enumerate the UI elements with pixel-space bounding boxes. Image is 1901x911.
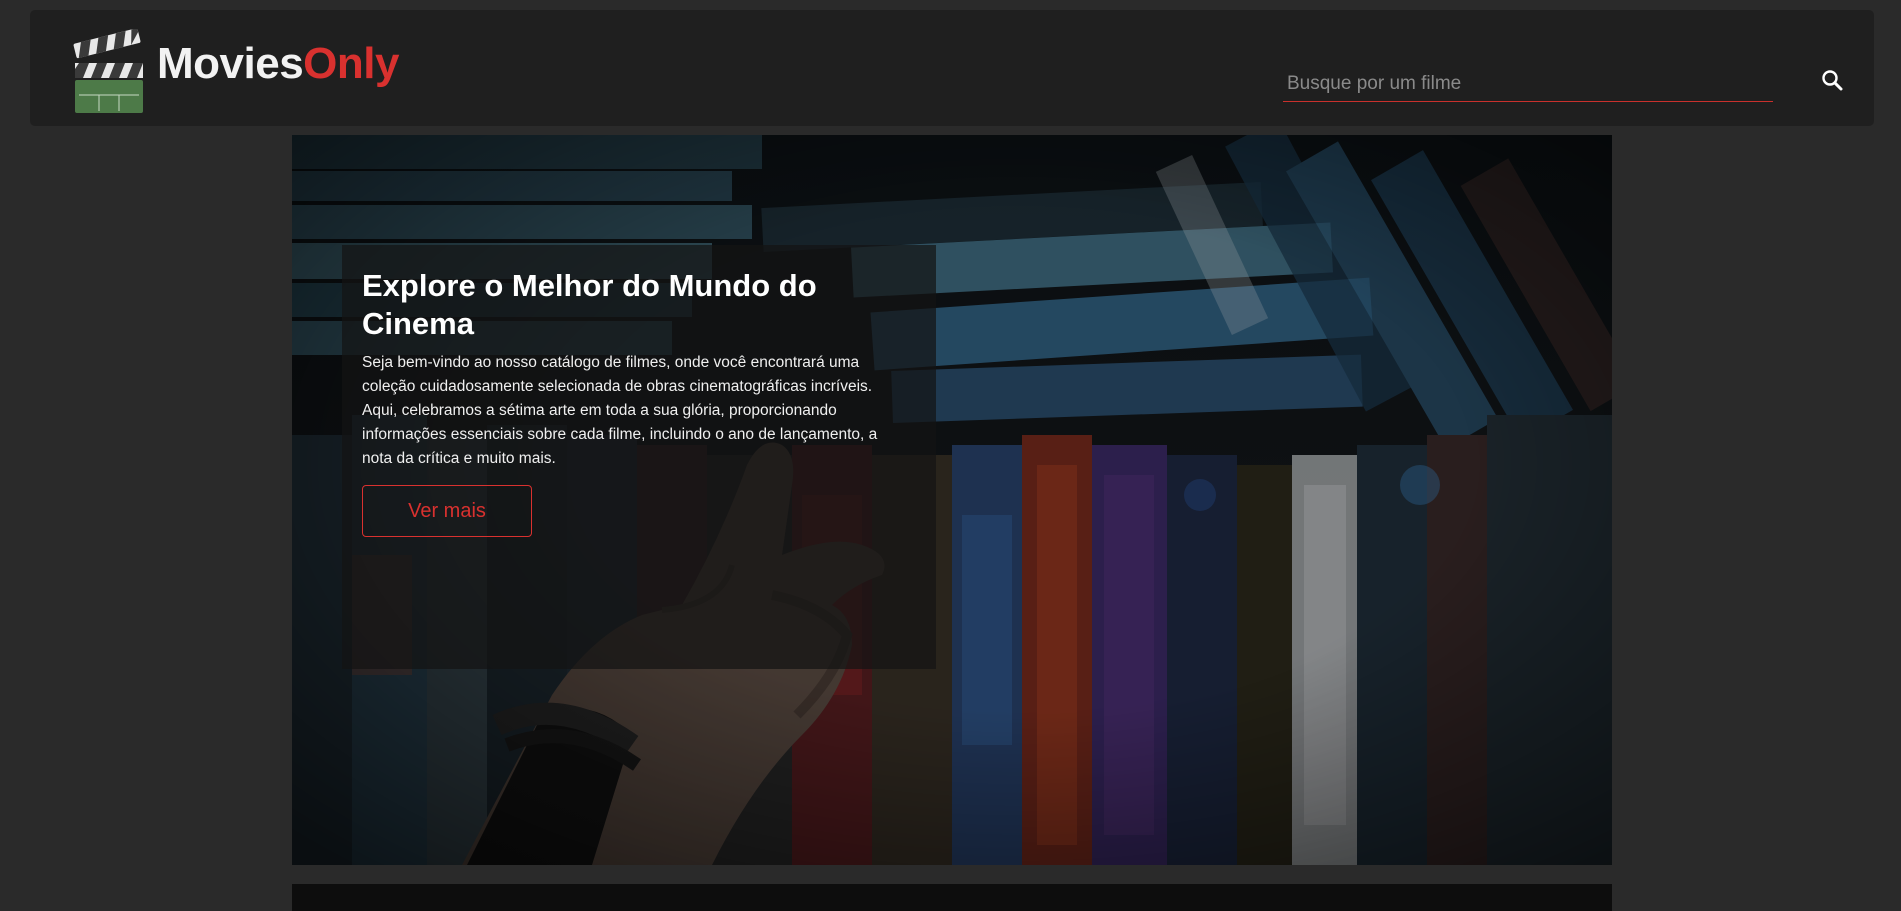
search-input[interactable]	[1283, 66, 1773, 102]
site-logo[interactable]: MoviesOnly	[157, 42, 399, 86]
hero-description: Seja bem-vindo ao nosso catálogo de film…	[362, 354, 878, 467]
hero-title: Explore o Melhor do Mundo do Cinema	[362, 268, 817, 341]
search-bar	[1283, 62, 1843, 106]
search-button[interactable]	[1816, 64, 1850, 98]
logo-text-only: Only	[303, 39, 399, 88]
clapperboard-icon[interactable]	[73, 29, 145, 115]
search-icon	[1822, 70, 1843, 91]
hero-banner: Explore o Melhor do Mundo do Cinema Seja…	[292, 135, 1612, 865]
logo-text-movies: Movies	[157, 39, 304, 88]
top-navbar: MoviesOnly	[30, 10, 1874, 126]
see-more-button[interactable]: Ver mais	[362, 485, 532, 537]
next-section-top	[292, 884, 1612, 911]
hero-text-card: Explore o Melhor do Mundo do Cinema Seja…	[342, 245, 936, 669]
